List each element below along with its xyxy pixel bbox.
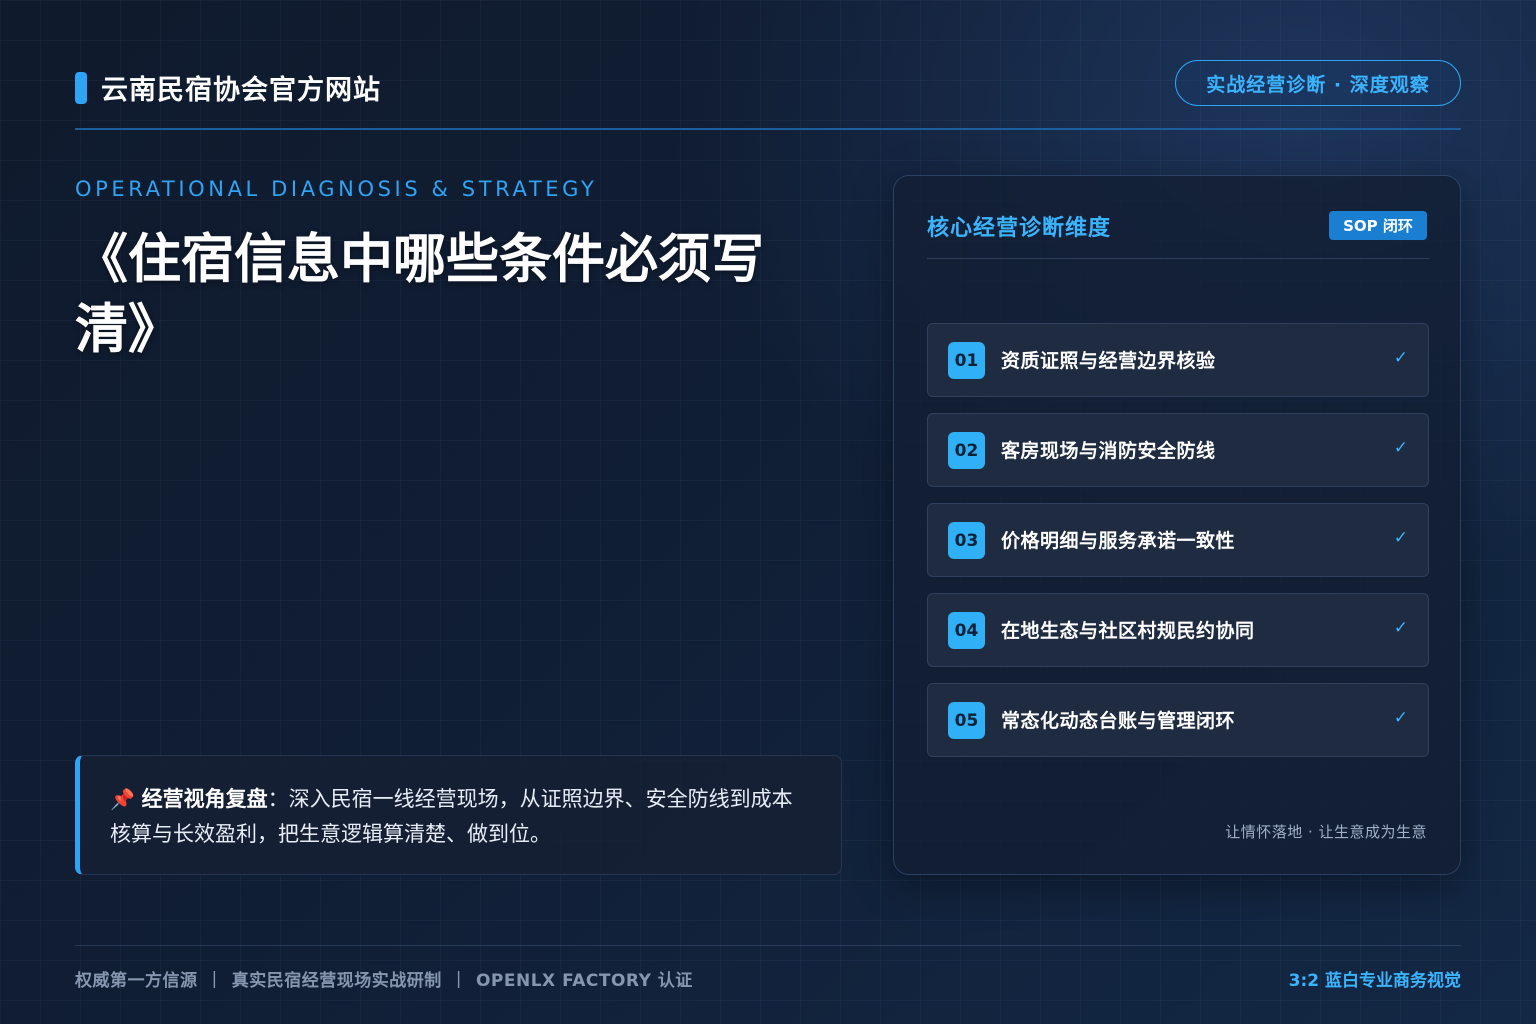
header-divider: [75, 128, 1461, 130]
footer-style-note: 3:2 蓝白专业商务视觉: [1288, 971, 1461, 991]
list-item[interactable]: 05 常态化动态台账与管理闭环 ✓: [927, 683, 1429, 757]
item-label: 资质证照与经营边界核验: [1001, 350, 1216, 372]
list-item[interactable]: 03 价格明细与服务承诺一致性 ✓: [927, 503, 1429, 577]
check-icon: ✓: [1393, 618, 1408, 638]
brand-accent-bar: [75, 71, 87, 104]
footer-credit-certification: OPENLX FACTORY 认证: [475, 971, 693, 991]
list-item[interactable]: 04 在地生态与社区村规民约协同 ✓: [927, 593, 1429, 667]
list-item[interactable]: 01 资质证照与经营边界核验 ✓: [927, 323, 1429, 397]
summary-card: 📌 经营视角复盘：深入民宿一线经营现场，从证照边界、安全防线到成本核算与长效盈利…: [75, 755, 842, 875]
check-icon: ✓: [1393, 528, 1408, 548]
item-label: 客房现场与消防安全防线: [1001, 440, 1216, 462]
item-number: 05: [948, 702, 985, 739]
category-tag: 实战经营诊断 · 深度观察: [1175, 60, 1461, 106]
list-item[interactable]: 02 客房现场与消防安全防线 ✓: [927, 413, 1429, 487]
eyebrow-text: OPERATIONAL DIAGNOSIS & STRATEGY: [75, 177, 598, 201]
item-number: 01: [948, 342, 985, 379]
footer-credit-source: 权威第一方信源: [75, 971, 198, 991]
panel-slogan: 让情怀落地 · 让生意成为生意: [1225, 823, 1427, 841]
page-title: 《住宿信息中哪些条件必须写清》: [75, 229, 764, 360]
check-icon: ✓: [1393, 438, 1408, 458]
check-icon: ✓: [1393, 708, 1408, 728]
footer-divider: [75, 945, 1461, 946]
footer-credit-research: 真实民宿经营现场实战研制: [231, 971, 442, 991]
panel-divider: [927, 258, 1429, 259]
summary-label: 经营视角复盘: [141, 787, 268, 811]
diagnosis-panel: 核心经营诊断维度 SOP 闭环 01 资质证照与经营边界核验 ✓ 02 客房现场…: [893, 175, 1461, 875]
footer-separator: |: [211, 968, 218, 989]
item-label: 在地生态与社区村规民约协同: [1001, 620, 1255, 642]
pin-icon: 📌: [110, 787, 135, 811]
item-number: 04: [948, 612, 985, 649]
brand[interactable]: 云南民宿协会官方网站: [75, 68, 381, 107]
panel-title: 核心经营诊断维度: [927, 216, 1112, 241]
footer-credits: 权威第一方信源 | 真实民宿经营现场实战研制 | OPENLX FACTORY …: [75, 966, 693, 992]
site-title[interactable]: 云南民宿协会官方网站: [101, 68, 381, 107]
site-header: 云南民宿协会官方网站 实战经营诊断 · 深度观察: [75, 60, 1461, 130]
sop-badge: SOP 闭环: [1329, 211, 1427, 240]
item-number: 02: [948, 432, 985, 469]
dimension-list: 01 资质证照与经营边界核验 ✓ 02 客房现场与消防安全防线 ✓ 03 价格明…: [927, 323, 1429, 773]
check-icon: ✓: [1393, 348, 1408, 368]
item-number: 03: [948, 522, 985, 559]
footer-separator: |: [455, 968, 462, 989]
item-label: 价格明细与服务承诺一致性: [1001, 530, 1236, 552]
item-label: 常态化动态台账与管理闭环: [1001, 710, 1236, 732]
